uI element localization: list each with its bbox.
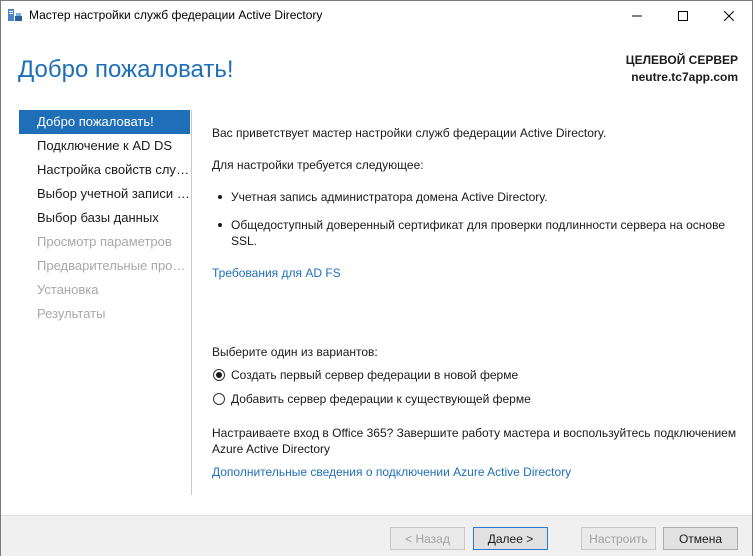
close-button[interactable] — [706, 1, 752, 30]
welcome-text: Вас приветствует мастер настройки служб … — [212, 126, 607, 140]
minimize-button[interactable] — [614, 1, 660, 30]
wizard-nav: Добро пожаловать! Подключение к AD DS На… — [19, 110, 190, 326]
page-title: Добро пожаловать! — [18, 56, 234, 83]
wizard-window: Мастер настройки служб федерации Active … — [0, 0, 753, 556]
wizard-header: Добро пожаловать! ЦЕЛЕВОЙ СЕРВЕР neutre.… — [1, 30, 752, 105]
adfs-icon — [7, 7, 23, 23]
office-365-note: Настраиваете вход в Office 365? Завершит… — [212, 426, 737, 456]
list-item: Общедоступный доверенный сертификат для … — [218, 217, 736, 249]
adfs-requirements-link[interactable]: Требования для AD FS — [212, 265, 341, 281]
cancel-button[interactable]: Отмена — [663, 527, 738, 550]
target-server-label: ЦЕЛЕВОЙ СЕРВЕР — [625, 53, 738, 67]
radio-existing-farm[interactable] — [213, 393, 225, 405]
nav-divider — [191, 110, 192, 495]
nav-item-results: Результаты — [37, 306, 106, 321]
next-button[interactable]: Далее > — [473, 527, 548, 550]
nav-item-connect-ad-ds[interactable]: Подключение к AD DS — [19, 134, 190, 158]
nav-item-review: Просмотр параметров — [37, 234, 172, 249]
requirements-intro: Для настройки требуется следующее: — [212, 158, 424, 172]
nav-item-welcome[interactable]: Добро пожаловать! — [19, 110, 190, 134]
option-existing-farm-label[interactable]: Добавить сервер федерации к существующей… — [231, 392, 531, 406]
window-title: Мастер настройки служб федерации Active … — [29, 8, 323, 22]
nav-item-prereq-checks: Предварительные прове... — [37, 258, 190, 273]
configure-button[interactable]: Настроить — [581, 527, 656, 550]
maximize-button[interactable] — [660, 1, 706, 30]
bullet-icon — [218, 223, 222, 227]
option-new-farm[interactable]: Создать первый сервер федерации в новой … — [213, 367, 518, 383]
nav-item-database[interactable]: Выбор базы данных — [19, 206, 190, 230]
wizard-footer: < Назад Далее > Настроить Отмена — [1, 515, 752, 556]
radio-new-farm[interactable] — [213, 369, 225, 381]
nav-item-service-account[interactable]: Выбор учетной записи с... — [19, 182, 190, 206]
azure-ad-link[interactable]: Дополнительные сведения о подключении Az… — [212, 464, 571, 480]
list-item: Учетная запись администратора домена Act… — [218, 189, 731, 205]
back-button[interactable]: < Назад — [390, 527, 465, 550]
bullet-icon — [218, 195, 222, 199]
title-bar: Мастер настройки служб федерации Active … — [1, 1, 752, 30]
nav-item-service-properties[interactable]: Настройка свойств служ... — [19, 158, 190, 182]
choose-prompt: Выберите один из вариантов: — [212, 345, 378, 359]
option-new-farm-label[interactable]: Создать первый сервер федерации в новой … — [231, 368, 518, 382]
close-icon — [724, 10, 734, 21]
target-server-host: neutre.tc7app.com — [631, 70, 738, 84]
minimize-icon — [632, 15, 642, 16]
nav-item-install: Установка — [37, 282, 99, 297]
option-existing-farm[interactable]: Добавить сервер федерации к существующей… — [213, 391, 531, 407]
maximize-icon — [678, 10, 688, 21]
